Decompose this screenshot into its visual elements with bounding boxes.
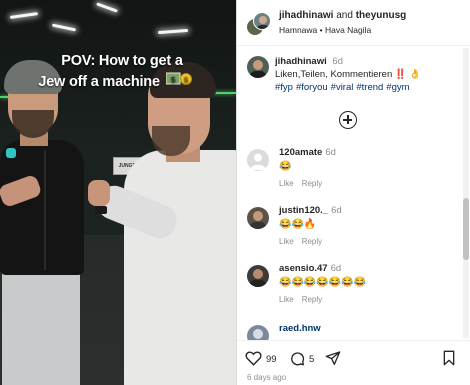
comment-content: justin120._ 6d 😂😂🔥 Like Reply — [279, 205, 449, 246]
comment-actions: Like Reply — [279, 179, 449, 188]
comment-username[interactable]: justin120._ — [279, 205, 328, 216]
author-username-1[interactable]: jihadhinawi — [279, 10, 333, 21]
post-header: jihadhinawi and theyunusg Hamnawa • Hava… — [237, 0, 470, 46]
comment-text: 😂😂🔥 — [279, 219, 317, 230]
person-right-hand — [88, 180, 110, 206]
comment-item: raed.hnw — [247, 321, 457, 340]
comments-list[interactable]: jihadhinawi 6d Liken,Teilen, Kommentiere… — [237, 47, 470, 340]
hashtag[interactable]: #trend — [356, 82, 383, 93]
comment-action[interactable]: 5 — [289, 349, 314, 369]
post-authors: jihadhinawi and theyunusg — [279, 10, 406, 21]
caption-username[interactable]: jihadhinawi — [275, 56, 327, 67]
avatar[interactable] — [247, 56, 269, 78]
like-action[interactable]: 99 — [245, 349, 277, 369]
avatar[interactable] — [247, 207, 269, 229]
share-icon[interactable] — [325, 350, 341, 369]
overlay-line-2: Jew off a machine $ $ — [22, 71, 222, 93]
avatar[interactable] — [247, 265, 269, 287]
comment-username[interactable]: asensio.47 — [279, 263, 328, 274]
comment-content: asensio.47 6d 😂😂😂😂😂😂😂 Like Reply — [279, 263, 449, 304]
ceiling-light — [96, 2, 118, 13]
avatar[interactable] — [247, 325, 269, 340]
comment-username[interactable]: raed.hnw — [279, 323, 321, 334]
audio-track[interactable]: Hamnawa • Hava Nagila — [279, 25, 371, 35]
comment-reply-button[interactable]: Reply — [302, 295, 322, 304]
hashtag[interactable]: #fyp — [275, 82, 293, 93]
save-action[interactable] — [442, 349, 456, 369]
comment-content: 120amate 6d 😂 Like Reply — [279, 147, 449, 188]
comment-reply-button[interactable]: Reply — [302, 179, 322, 188]
comment-actions: Like Reply — [279, 237, 449, 246]
comment-time: 6d — [331, 205, 342, 216]
person-left-zipper — [44, 150, 46, 270]
comment-actions: Like Reply — [279, 295, 449, 304]
ceiling-light — [51, 23, 77, 32]
post-actions-bar: 99 5 6 days ago — [237, 340, 470, 385]
post-side-panel: jihadhinawi and theyunusg Hamnawa • Hava… — [236, 0, 470, 385]
authors-and: and — [336, 10, 353, 21]
author-username-2[interactable]: theyunusg — [356, 10, 407, 21]
comments-scrollbar[interactable] — [463, 48, 469, 338]
heart-icon[interactable] — [245, 350, 262, 369]
person-left-legs — [2, 262, 80, 385]
comment-time: 6d — [330, 263, 342, 274]
ceiling-light — [9, 12, 39, 19]
comment-item: asensio.47 6d 😂😂😂😂😂😂😂 Like Reply — [247, 261, 457, 313]
likes-count: 99 — [266, 353, 277, 365]
comment-like-button[interactable]: Like — [279, 179, 294, 188]
hashtag[interactable]: #gym — [386, 82, 409, 93]
caption-body: Liken,Teilen, Kommentieren ‼️ 👌 #fyp #for… — [275, 68, 459, 94]
comment-like-button[interactable]: Like — [279, 237, 294, 246]
bookmark-icon[interactable] — [442, 350, 456, 369]
overlay-line-2-text: Jew off a machine — [38, 73, 160, 90]
comment-reply-button[interactable]: Reply — [302, 237, 322, 246]
scrollbar-thumb[interactable] — [463, 198, 469, 260]
post-media[interactable]: JUNGEGA POV: How to get a Jew off a mach… — [0, 0, 236, 385]
hashtag[interactable]: #foryou — [296, 82, 328, 93]
comment-username[interactable]: 120amate — [279, 147, 322, 158]
person-right-body — [124, 150, 236, 385]
comment-item: 120amate 6d 😂 Like Reply — [247, 145, 457, 197]
comment-item: justin120._ 6d 😂😂🔥 Like Reply — [247, 203, 457, 255]
hashtag[interactable]: #viral — [331, 82, 354, 93]
comment-time: 6d — [325, 147, 336, 158]
comment-like-button[interactable]: Like — [279, 295, 294, 304]
comment-content: raed.hnw — [279, 323, 449, 334]
comment-icon[interactable] — [289, 350, 305, 369]
caption-text: jihadhinawi 6d Liken,Teilen, Kommentiere… — [275, 55, 459, 94]
watch — [95, 206, 107, 214]
person-left-body — [0, 140, 84, 275]
collab-avatar-1[interactable] — [253, 12, 271, 30]
add-comment-icon[interactable] — [339, 111, 357, 129]
caption-time: 6d — [332, 56, 343, 67]
comments-count: 5 — [309, 353, 315, 365]
comment-text: 😂 — [279, 161, 292, 172]
comment-text: 😂😂😂😂😂😂😂 — [279, 277, 367, 288]
cyan-item — [6, 148, 16, 158]
avatar[interactable] — [247, 149, 269, 171]
money-emoji-icon: $ $ — [165, 71, 192, 93]
video-overlay-caption: POV: How to get a Jew off a machine $ $ — [22, 52, 222, 93]
overlay-line-1: POV: How to get a — [61, 53, 183, 69]
share-action[interactable] — [325, 349, 341, 369]
ceiling-light — [157, 28, 189, 35]
svg-text:$: $ — [170, 75, 176, 84]
caption-message: Liken,Teilen, Kommentieren ‼️ 👌 — [275, 69, 422, 80]
svg-text:$: $ — [183, 76, 188, 84]
post-date: 6 days ago — [247, 373, 287, 382]
